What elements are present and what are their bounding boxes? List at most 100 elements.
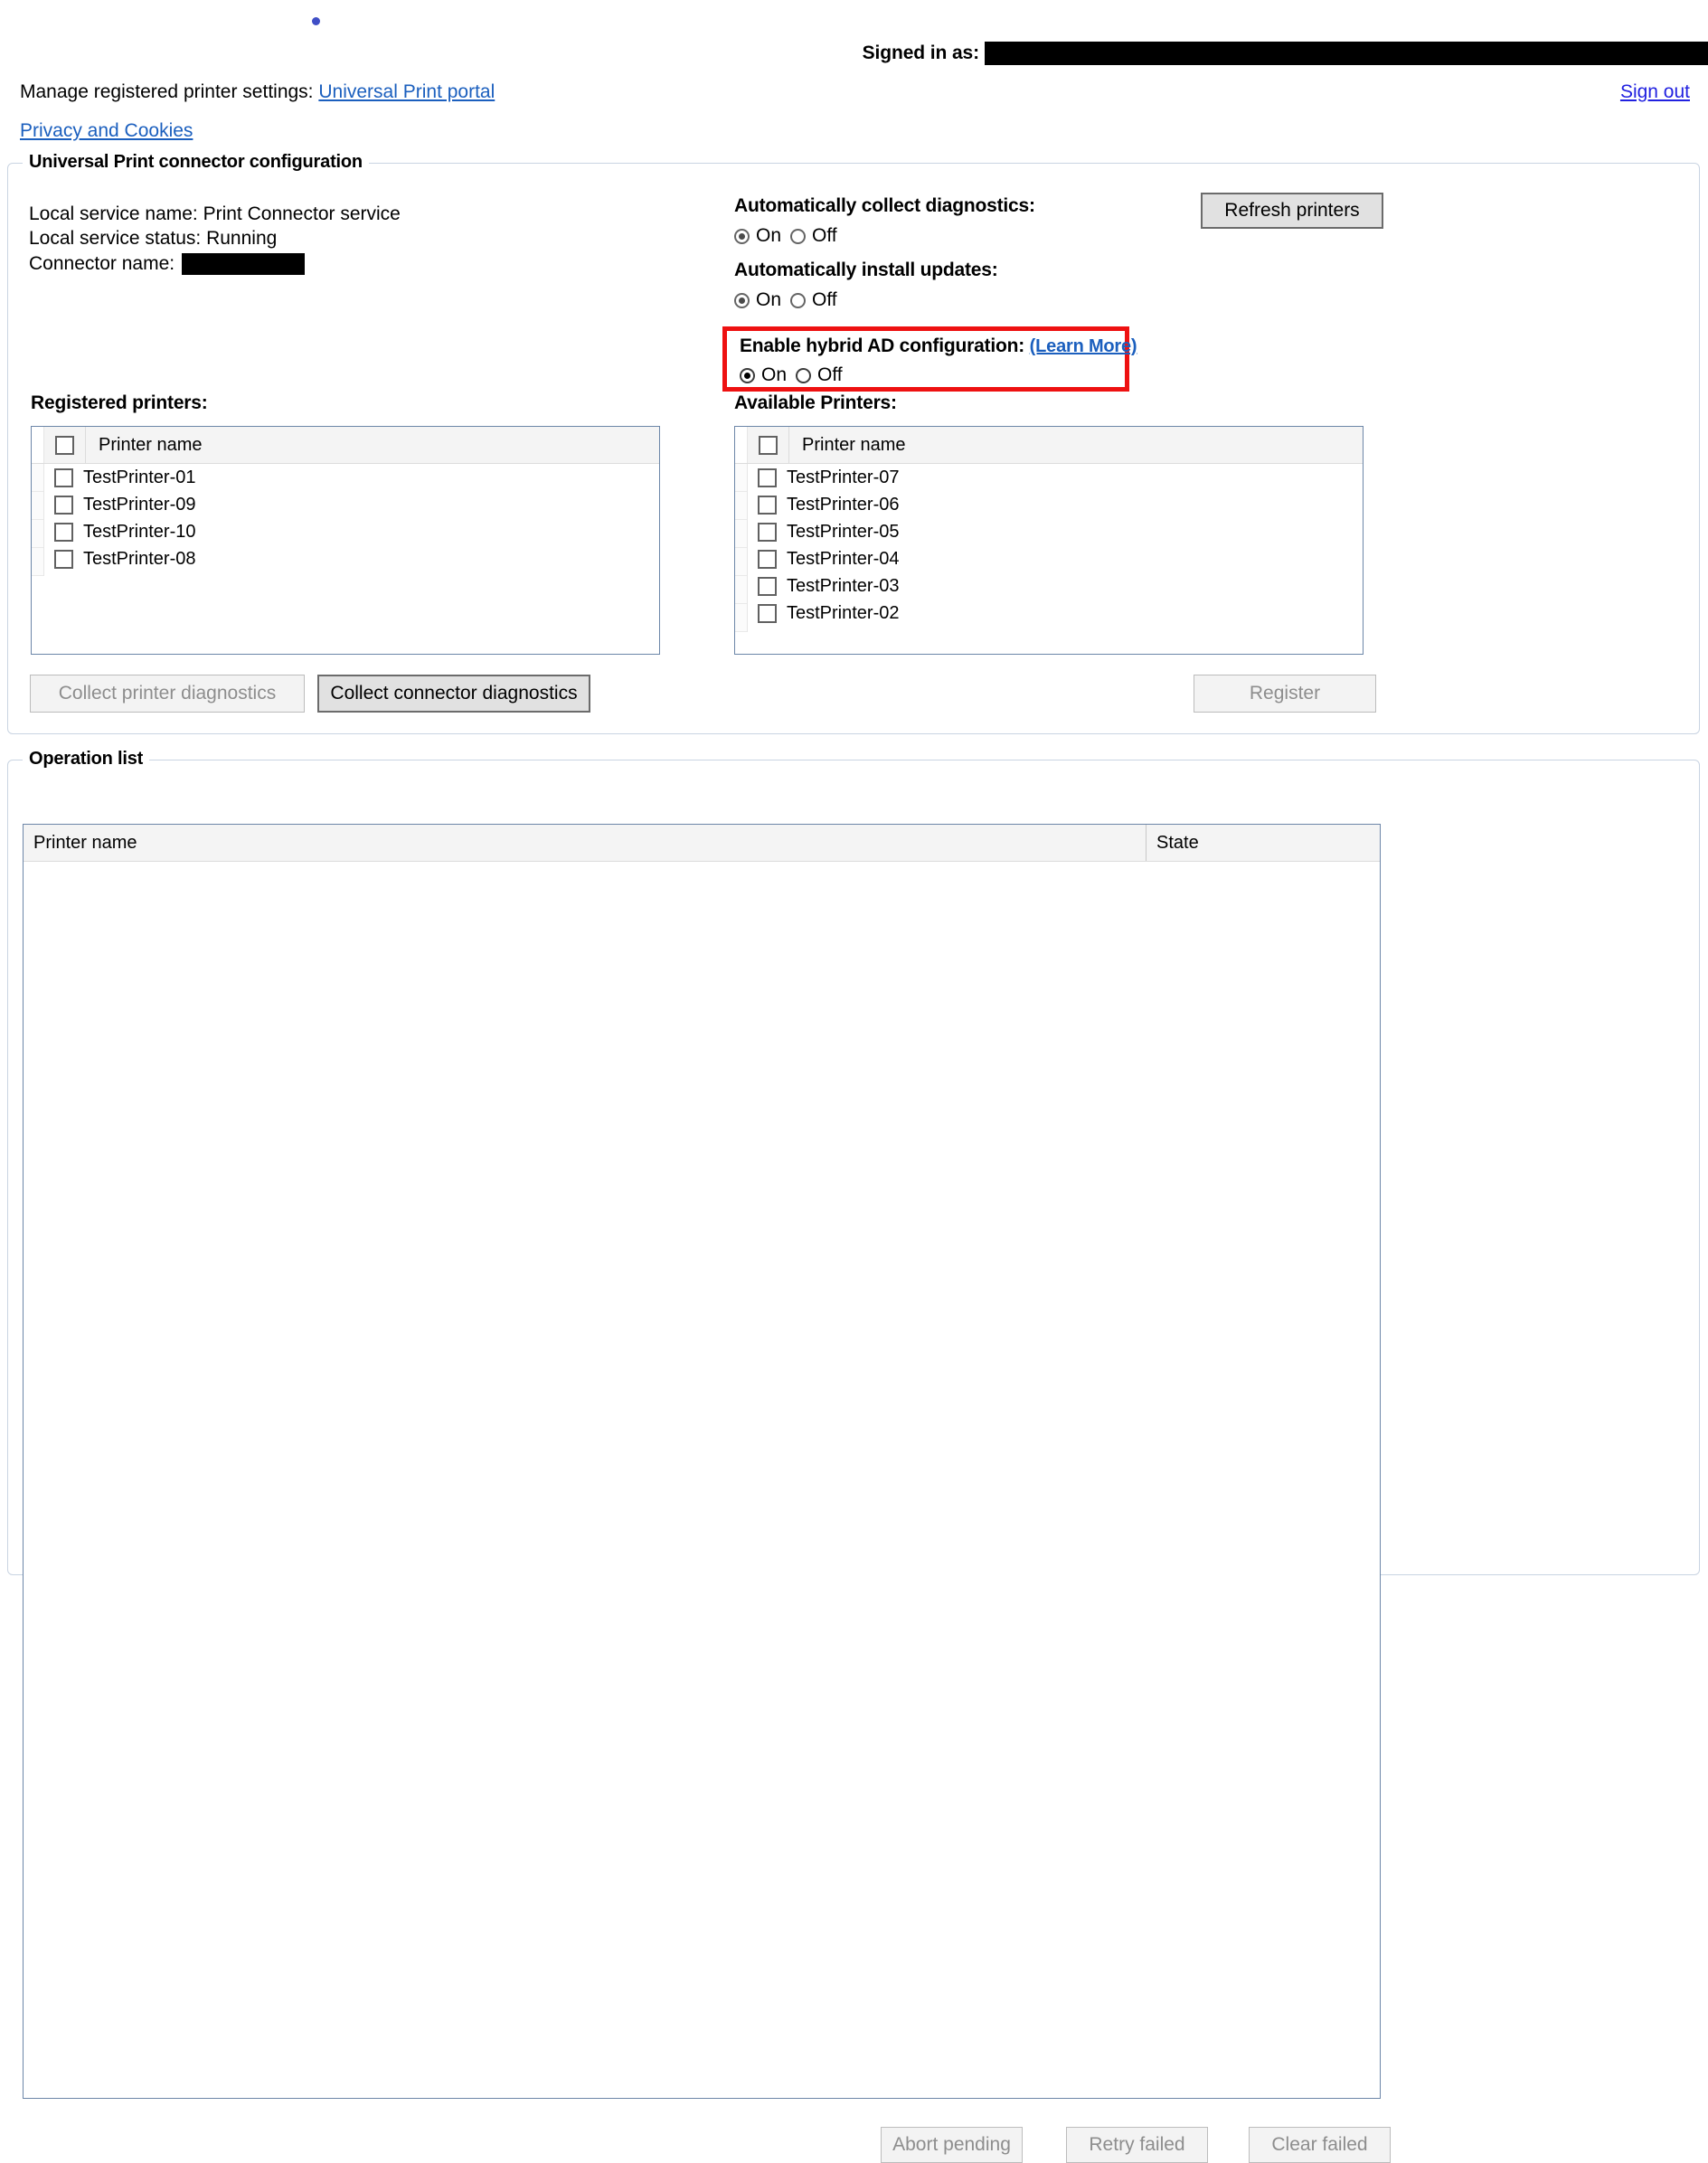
available-list-rows: TestPrinter-07 TestPrinter-06 TestPrinter-… bbox=[735, 464, 1363, 632]
operation-table-header: Printer name State bbox=[24, 825, 1380, 862]
row-gutter-segment bbox=[32, 464, 43, 492]
sign-out-link[interactable]: Sign out bbox=[1620, 81, 1690, 103]
printer-name-text: TestPrinter-05 bbox=[787, 521, 900, 542]
registered-column-printer-name[interactable]: Printer name bbox=[86, 427, 659, 463]
list-item[interactable]: TestPrinter-09 bbox=[44, 491, 659, 518]
checkbox-icon[interactable] bbox=[758, 576, 777, 596]
printer-name-text: TestPrinter-08 bbox=[83, 548, 196, 569]
checkbox-icon[interactable] bbox=[54, 468, 73, 487]
radio-on-icon bbox=[740, 367, 755, 383]
clear-failed-button[interactable]: Clear failed bbox=[1249, 2127, 1391, 2163]
radio-on-icon bbox=[734, 228, 750, 244]
list-item[interactable]: TestPrinter-05 bbox=[748, 518, 1363, 545]
privacy-and-cookies-link[interactable]: Privacy and Cookies bbox=[20, 120, 193, 142]
signed-in-row: Signed in as: bbox=[0, 40, 1708, 67]
checkbox-icon[interactable] bbox=[758, 522, 777, 542]
list-item[interactable]: TestPrinter-07 bbox=[748, 464, 1363, 491]
auto-install-updates-on[interactable]: On bbox=[734, 289, 781, 311]
checkbox-icon[interactable] bbox=[55, 435, 74, 455]
row-gutter-segment bbox=[32, 492, 43, 520]
hybrid-ad-radio-group: On Off bbox=[740, 364, 1137, 386]
available-rows-body: TestPrinter-07 TestPrinter-06 TestPrinter-… bbox=[748, 464, 1363, 632]
radio-off-icon bbox=[796, 367, 812, 383]
row-gutter-segment bbox=[735, 604, 747, 632]
register-button[interactable]: Register bbox=[1194, 675, 1376, 713]
registered-rows-body: TestPrinter-01 TestPrinter-09 TestPrinter-… bbox=[44, 464, 659, 576]
list-gutter bbox=[32, 427, 44, 463]
refresh-printers-button[interactable]: Refresh printers bbox=[1201, 193, 1383, 229]
radio-off-icon bbox=[790, 292, 807, 308]
printer-name-text: TestPrinter-09 bbox=[83, 494, 196, 515]
abort-pending-button[interactable]: Abort pending bbox=[881, 2127, 1023, 2163]
signed-in-label: Signed in as: bbox=[862, 43, 979, 63]
list-item[interactable]: TestPrinter-03 bbox=[748, 572, 1363, 600]
available-printers-listbox[interactable]: Printer name TestPrinter-07 TestPrinter-0… bbox=[734, 426, 1364, 655]
row-gutter-segment bbox=[735, 464, 747, 492]
checkbox-icon[interactable] bbox=[758, 603, 777, 623]
registered-printers-label: Registered printers: bbox=[31, 392, 208, 413]
checkbox-icon[interactable] bbox=[54, 549, 73, 569]
hybrid-ad-off[interactable]: Off bbox=[796, 364, 843, 386]
collect-printer-diagnostics-button[interactable]: Collect printer diagnostics bbox=[30, 675, 305, 713]
radio-on-label: On bbox=[761, 364, 788, 385]
auto-collect-diagnostics-off[interactable]: Off bbox=[790, 225, 837, 247]
auto-install-updates-off[interactable]: Off bbox=[790, 289, 837, 311]
local-service-name-text: Local service name: Print Connector serv… bbox=[29, 203, 401, 224]
row-gutter-segment bbox=[32, 520, 43, 548]
operation-list-table[interactable]: Printer name State bbox=[23, 824, 1381, 2099]
radio-off-icon bbox=[790, 228, 807, 244]
radio-on-label: On bbox=[756, 289, 782, 310]
radio-off-label: Off bbox=[812, 289, 837, 310]
registered-list-header: Printer name bbox=[32, 427, 659, 464]
checkbox-icon[interactable] bbox=[759, 435, 778, 455]
list-rows-gutter bbox=[32, 464, 44, 576]
radio-on-label: On bbox=[756, 225, 782, 246]
printer-name-text: TestPrinter-07 bbox=[787, 467, 900, 487]
signed-in-value-redacted bbox=[985, 42, 1708, 65]
available-column-printer-name[interactable]: Printer name bbox=[789, 427, 1363, 463]
auto-collect-diagnostics-on[interactable]: On bbox=[734, 225, 781, 247]
list-item[interactable]: TestPrinter-06 bbox=[748, 491, 1363, 518]
auto-collect-diagnostics-option: Automatically collect diagnostics: On Of… bbox=[734, 195, 1035, 247]
operation-group-legend: Operation list bbox=[23, 749, 150, 770]
auto-install-updates-label: Automatically install updates: bbox=[734, 260, 998, 280]
hybrid-ad-highlight-box: Enable hybrid AD configuration: (Learn M… bbox=[722, 326, 1137, 392]
list-item[interactable]: TestPrinter-02 bbox=[748, 600, 1363, 627]
auto-install-updates-option: Automatically install updates: On Off bbox=[734, 260, 998, 311]
list-gutter bbox=[735, 427, 748, 463]
checkbox-icon[interactable] bbox=[758, 468, 777, 487]
printer-name-text: TestPrinter-01 bbox=[83, 467, 196, 487]
learn-more-link[interactable]: (Learn More) bbox=[1030, 336, 1137, 356]
registered-select-all-cell[interactable] bbox=[44, 427, 86, 463]
list-item[interactable]: TestPrinter-10 bbox=[44, 518, 659, 545]
list-item[interactable]: TestPrinter-01 bbox=[44, 464, 659, 491]
universal-print-portal-link[interactable]: Universal Print portal bbox=[318, 81, 495, 102]
checkbox-icon[interactable] bbox=[54, 522, 73, 542]
registered-printers-listbox[interactable]: Printer name TestPrinter-01 TestPrinter-0… bbox=[31, 426, 660, 655]
checkbox-icon[interactable] bbox=[758, 549, 777, 569]
local-service-status-text: Local service status: Running bbox=[29, 228, 278, 249]
collect-connector-diagnostics-button[interactable]: Collect connector diagnostics bbox=[317, 675, 590, 713]
list-item[interactable]: TestPrinter-04 bbox=[748, 545, 1363, 572]
printer-name-text: TestPrinter-03 bbox=[787, 575, 900, 596]
operation-column-state[interactable]: State bbox=[1147, 825, 1380, 861]
row-gutter-segment bbox=[735, 492, 747, 520]
hybrid-ad-option: Enable hybrid AD configuration: (Learn M… bbox=[740, 335, 1137, 386]
connector-name-value-redacted bbox=[182, 252, 306, 275]
connector-name-label: Connector name: bbox=[29, 253, 175, 274]
radio-off-label: Off bbox=[817, 364, 843, 385]
operation-column-printer-name[interactable]: Printer name bbox=[24, 825, 1147, 861]
list-item[interactable]: TestPrinter-08 bbox=[44, 545, 659, 572]
retry-failed-button[interactable]: Retry failed bbox=[1066, 2127, 1208, 2163]
auto-collect-diagnostics-radio-group: On Off bbox=[734, 225, 1035, 247]
printer-name-text: TestPrinter-02 bbox=[787, 602, 900, 623]
hybrid-ad-on[interactable]: On bbox=[740, 364, 787, 386]
checkbox-icon[interactable] bbox=[54, 495, 73, 515]
checkbox-icon[interactable] bbox=[758, 495, 777, 515]
radio-off-label: Off bbox=[812, 225, 837, 246]
available-select-all-cell[interactable] bbox=[748, 427, 789, 463]
available-printers-label: Available Printers: bbox=[734, 392, 897, 413]
radio-on-icon bbox=[734, 292, 750, 308]
auto-collect-diagnostics-label: Automatically collect diagnostics: bbox=[734, 195, 1035, 216]
printer-name-text: TestPrinter-06 bbox=[787, 494, 900, 515]
